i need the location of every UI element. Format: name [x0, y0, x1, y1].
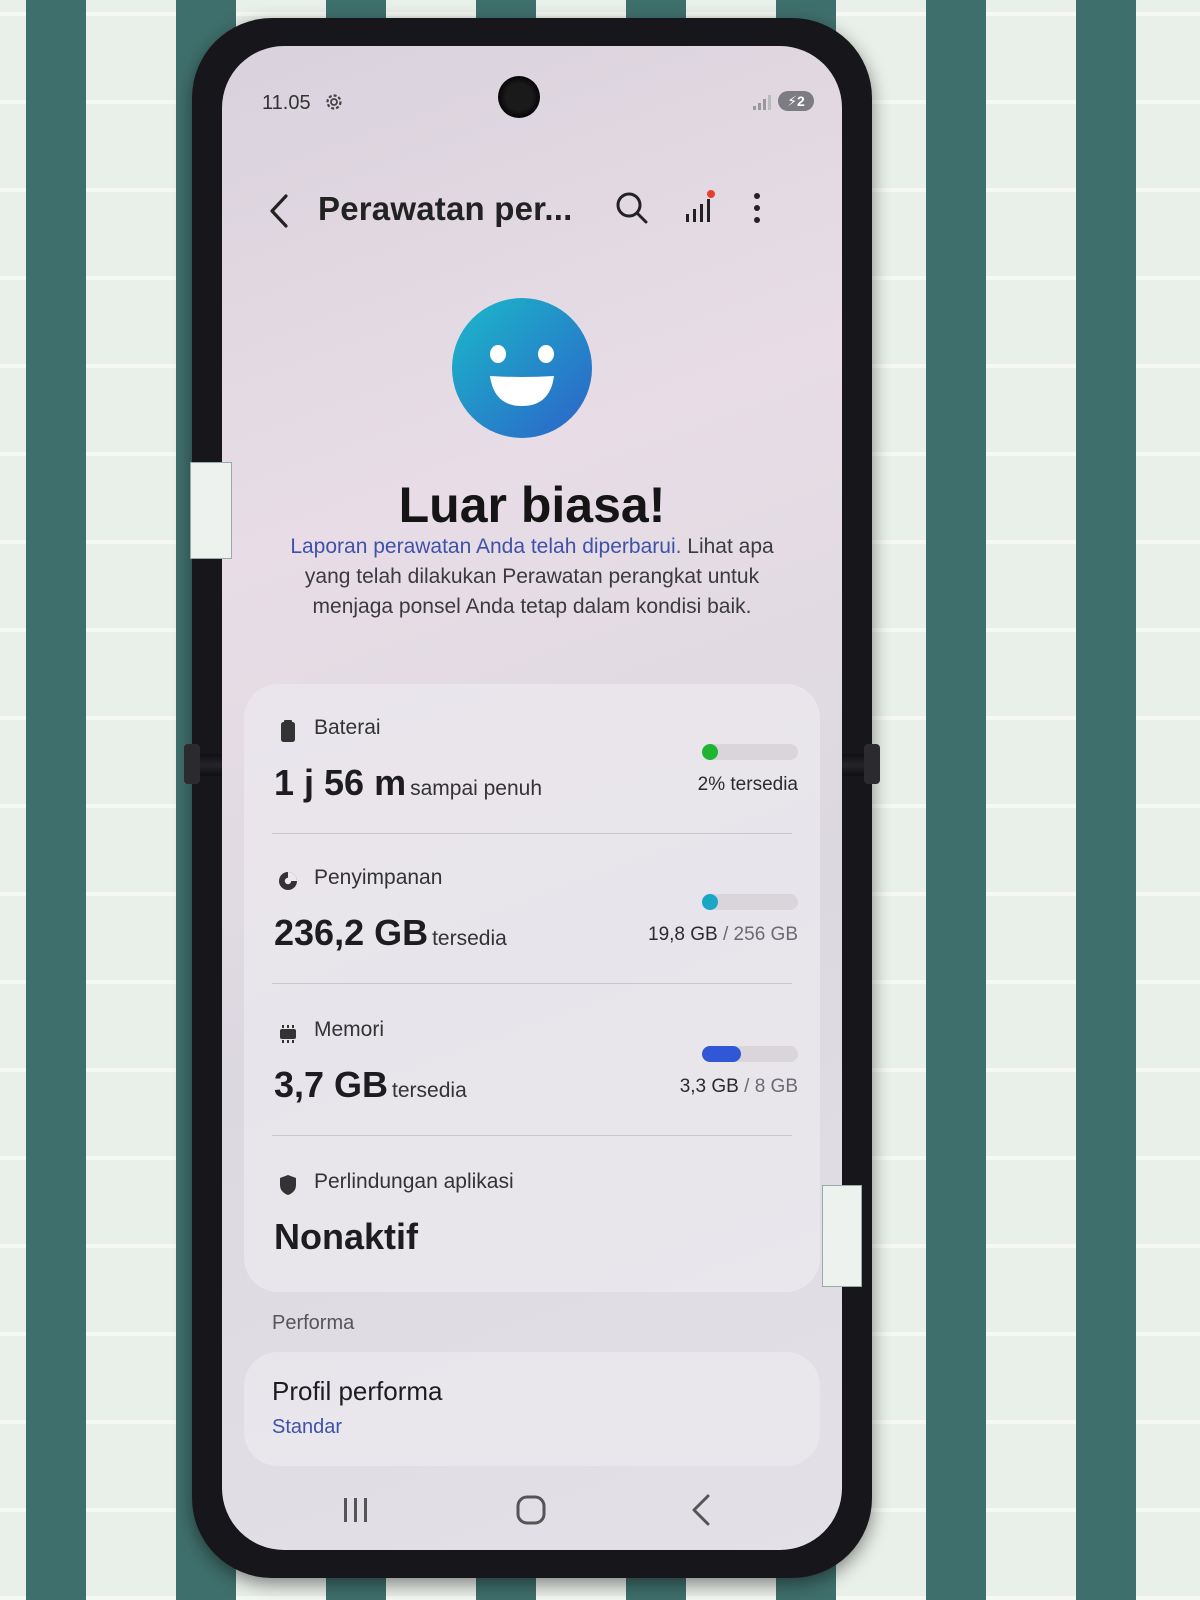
- storage-label: Penyimpanan: [314, 866, 443, 889]
- battery-row[interactable]: Baterai 1 j 56 m sampai penuh 2% tersedia: [244, 684, 820, 834]
- phone-device: 11.05 ⚡2 Perawatan per... Luar biasa! La…: [184, 18, 880, 1578]
- battery-suffix: sampai penuh: [410, 777, 543, 800]
- status-bar: 11.05 ⚡2: [222, 46, 842, 128]
- performance-profile-item[interactable]: Profil performa Standar: [244, 1352, 820, 1466]
- report-updated-link[interactable]: Laporan perawatan Anda telah diperbarui.: [290, 535, 681, 558]
- status-card: Baterai 1 j 56 m sampai penuh 2% tersedia…: [244, 684, 820, 1292]
- signal-icon: [753, 95, 771, 110]
- warranty-sticker: [822, 1185, 862, 1287]
- hinge-clip-left: [184, 744, 200, 784]
- report-description: Laporan perawatan Anda telah diperbarui.…: [282, 532, 782, 622]
- front-camera: [498, 76, 540, 118]
- search-icon[interactable]: [610, 184, 654, 232]
- memory-bar-fill: [702, 1046, 741, 1062]
- app-bar: Perawatan per...: [222, 176, 842, 246]
- page-title: Perawatan per...: [318, 190, 573, 227]
- storage-used: 19,8 GB: [648, 924, 718, 945]
- battery-icon: [281, 720, 295, 742]
- hinge-clip-right: [864, 744, 880, 784]
- navigation-bar: [222, 1480, 842, 1540]
- battery-label: Baterai: [314, 716, 381, 739]
- smiley-face-icon: [452, 298, 592, 438]
- storage-suffix: tersedia: [432, 927, 507, 950]
- memory-bar: [702, 1046, 798, 1062]
- memory-suffix: tersedia: [392, 1079, 467, 1102]
- home-icon[interactable]: [500, 1488, 560, 1532]
- performance-section-title: Performa: [272, 1312, 355, 1334]
- storage-bar: [702, 894, 798, 910]
- storage-icon: [279, 872, 297, 890]
- back-nav-icon[interactable]: [672, 1488, 732, 1532]
- battery-bar: [702, 744, 798, 760]
- app-protection-label: Perlindungan aplikasi: [314, 1170, 514, 1193]
- battery-time: 1 j 56 m: [274, 762, 407, 803]
- battery-badge: ⚡2: [778, 91, 814, 111]
- storage-usage: 19,8 GB / 256 GB: [648, 924, 798, 946]
- stats-icon[interactable]: [678, 184, 722, 232]
- shield-icon: [280, 1175, 296, 1195]
- app-protection-row[interactable]: Perlindungan aplikasi Nonaktif: [244, 1138, 820, 1288]
- divider: [272, 1135, 792, 1136]
- app-protection-value: Nonaktif: [274, 1216, 418, 1257]
- gear-icon: [326, 94, 342, 110]
- phone-screen: 11.05 ⚡2 Perawatan per... Luar biasa! La…: [222, 46, 842, 1550]
- memory-free: 3,7 GB: [274, 1064, 389, 1105]
- divider: [272, 983, 792, 984]
- memory-chip-icon: [280, 1025, 296, 1043]
- storage-bar-fill: [702, 894, 718, 910]
- battery-bar-fill: [702, 744, 718, 760]
- memory-usage: 3,3 GB / 8 GB: [680, 1076, 798, 1098]
- headline: Luar biasa!: [398, 477, 666, 533]
- battery-available: 2% tersedia: [697, 774, 798, 795]
- status-time: 11.05: [262, 92, 311, 114]
- memory-used: 3,3 GB: [679, 1076, 739, 1097]
- memory-row[interactable]: Memori 3,7 GB tersedia 3,3 GB / 8 GB: [244, 986, 820, 1136]
- storage-total: / 256 GB: [717, 924, 798, 945]
- battery-value: 1 j 56 m sampai penuh: [274, 762, 542, 804]
- recents-icon[interactable]: [326, 1488, 386, 1532]
- memory-label: Memori: [314, 1018, 385, 1041]
- storage-row[interactable]: Penyimpanan 236,2 GB tersedia 19,8 GB / 2…: [244, 834, 820, 984]
- storage-value: 236,2 GB tersedia: [274, 912, 507, 954]
- performance-profile-value: Standar: [272, 1416, 343, 1438]
- memory-total: / 8 GB: [738, 1076, 798, 1097]
- back-arrow-icon[interactable]: [260, 186, 300, 236]
- storage-free: 236,2 GB: [274, 912, 429, 953]
- performance-profile-title: Profil performa: [272, 1376, 443, 1406]
- memory-value: 3,7 GB tersedia: [274, 1064, 467, 1106]
- more-options-icon[interactable]: [742, 184, 772, 232]
- warranty-sticker: [190, 462, 232, 559]
